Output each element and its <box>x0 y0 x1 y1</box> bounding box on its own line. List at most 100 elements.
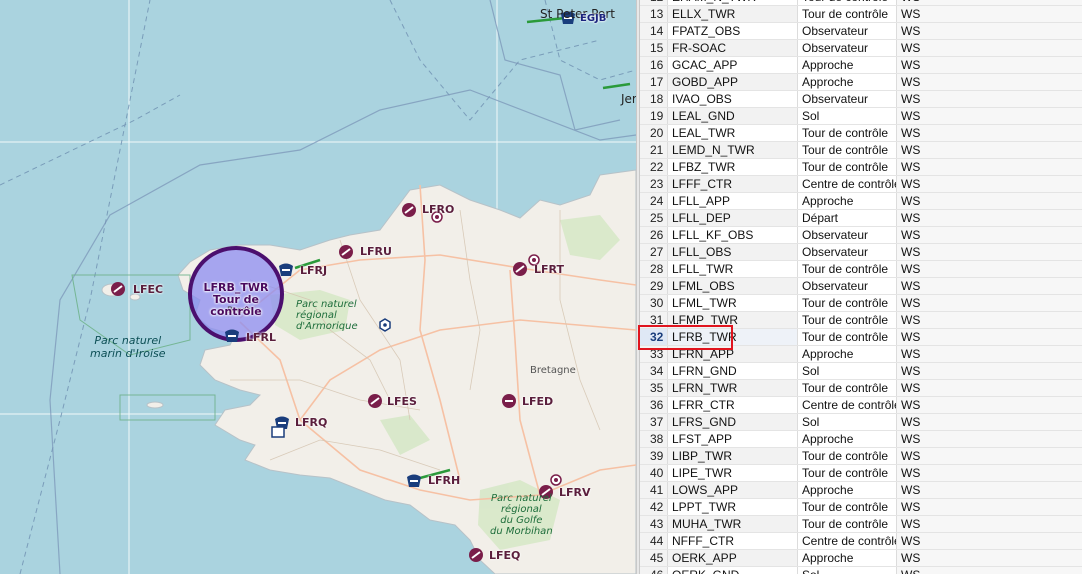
source-cell: WS <box>897 176 1082 192</box>
airport-label-lfru[interactable]: LFRU <box>360 246 392 258</box>
airport-label-lfro[interactable]: LFRO <box>422 204 454 216</box>
source-cell: WS <box>897 210 1082 226</box>
table-row[interactable]: 19 LEAL_GND Sol WS <box>640 108 1082 125</box>
table-row[interactable]: 26 LFLL_KF_OBS Observateur WS <box>640 227 1082 244</box>
source-cell: WS <box>897 397 1082 413</box>
table-row[interactable]: 23 LFFF_CTR Centre de contrôle WS <box>640 176 1082 193</box>
table-row[interactable]: 44 NFFF_CTR Centre de contrôle WS <box>640 533 1082 550</box>
callsign-cell: LFLL_KF_OBS <box>668 227 798 243</box>
source-cell: WS <box>897 414 1082 430</box>
table-row[interactable]: 37 LFRS_GND Sol WS <box>640 414 1082 431</box>
table-row[interactable]: 31 LFMP_TWR Tour de contrôle WS <box>640 312 1082 329</box>
row-number: 21 <box>640 142 668 158</box>
controller-label-type[interactable]: Tour de contrôle <box>186 294 286 318</box>
table-row[interactable]: 24 LFLL_APP Approche WS <box>640 193 1082 210</box>
table-row[interactable]: 39 LIBP_TWR Tour de contrôle WS <box>640 448 1082 465</box>
type-cell: Tour de contrôle <box>798 329 897 345</box>
table-row[interactable]: 17 GOBD_APP Approche WS <box>640 74 1082 91</box>
source-cell: WS <box>897 533 1082 549</box>
table-row[interactable]: 22 LFBZ_TWR Tour de contrôle WS <box>640 159 1082 176</box>
type-cell: Centre de contrôle <box>798 176 897 192</box>
table-row[interactable]: 29 LFML_OBS Observateur WS <box>640 278 1082 295</box>
table-row[interactable]: 40 LIPE_TWR Tour de contrôle WS <box>640 465 1082 482</box>
airport-label-lfes[interactable]: LFES <box>387 396 417 408</box>
type-cell: Sol <box>798 363 897 379</box>
table-row[interactable]: 28 LFLL_TWR Tour de contrôle WS <box>640 261 1082 278</box>
row-number: 13 <box>640 6 668 22</box>
callsign-cell: LPPT_TWR <box>668 499 798 515</box>
table-row[interactable]: 27 LFLL_OBS Observateur WS <box>640 244 1082 261</box>
callsign-cell: MUHA_TWR <box>668 516 798 532</box>
airport-label-lfrh[interactable]: LFRH <box>428 475 460 487</box>
table-row[interactable]: 38 LFST_APP Approche WS <box>640 431 1082 448</box>
airport-label-lfeq[interactable]: LFEQ <box>489 550 520 562</box>
airport-label-lfrt[interactable]: LFRT <box>534 264 564 276</box>
table-row[interactable]: 13 ELLX_TWR Tour de contrôle WS <box>640 6 1082 23</box>
source-cell: WS <box>897 329 1082 345</box>
row-number: 25 <box>640 210 668 226</box>
source-cell: WS <box>897 482 1082 498</box>
table-row[interactable]: 16 GCAC_APP Approche WS <box>640 57 1082 74</box>
table-row[interactable]: 43 MUHA_TWR Tour de contrôle WS <box>640 516 1082 533</box>
table-row[interactable]: 30 LFML_TWR Tour de contrôle WS <box>640 295 1082 312</box>
row-number: 39 <box>640 448 668 464</box>
controllers-table[interactable]: 12EHAM_N_TWRTour de contrôleWS13ELLX_TWR… <box>640 0 1082 574</box>
table-row[interactable]: 46OERK_GNDSolWS <box>640 567 1082 574</box>
callsign-cell: LFFF_CTR <box>668 176 798 192</box>
row-number: 37 <box>640 414 668 430</box>
source-cell: WS <box>897 346 1082 362</box>
airport-label-lfec[interactable]: LFEC <box>133 284 163 296</box>
source-cell: WS <box>897 516 1082 532</box>
type-cell: Tour de contrôle <box>798 380 897 396</box>
row-number: 33 <box>640 346 668 362</box>
source-cell: WS <box>897 431 1082 447</box>
airport-label-lfed[interactable]: LFED <box>522 396 553 408</box>
place-label-bretagne: Bretagne <box>530 365 576 376</box>
airport-label-lfrq[interactable]: LFRQ <box>295 417 327 429</box>
row-number: 24 <box>640 193 668 209</box>
callsign-cell: EHAM_N_TWR <box>668 0 798 5</box>
table-row[interactable]: 25 LFLL_DEP Départ WS <box>640 210 1082 227</box>
callsign-cell: NFFF_CTR <box>668 533 798 549</box>
table-row[interactable]: 15 FR-SOAC Observateur WS <box>640 40 1082 57</box>
callsign-cell: FPATZ_OBS <box>668 23 798 39</box>
table-row[interactable]: 42 LPPT_TWR Tour de contrôle WS <box>640 499 1082 516</box>
table-row[interactable]: 36 LFRR_CTR Centre de contrôle WS <box>640 397 1082 414</box>
table-row[interactable]: 14 FPATZ_OBS Observateur WS <box>640 23 1082 40</box>
type-cell: Tour de contrôle <box>798 159 897 175</box>
type-cell: Tour de contrôle <box>798 125 897 141</box>
type-cell: Observateur <box>798 91 897 107</box>
table-row[interactable]: 34 LFRN_GND Sol WS <box>640 363 1082 380</box>
table-row[interactable]: 18 IVAO_OBS Observateur WS <box>640 91 1082 108</box>
map-view[interactable]: St Peter Port Jer Brest Bretagne Parc na… <box>0 0 636 574</box>
aircraft-label-egjb[interactable]: EGJB <box>580 13 606 24</box>
callsign-cell: GCAC_APP <box>668 57 798 73</box>
table-row[interactable]: 21 LEMD_N_TWR Tour de contrôle WS <box>640 142 1082 159</box>
source-cell: WS <box>897 550 1082 566</box>
source-cell: WS <box>897 261 1082 277</box>
source-cell: WS <box>897 6 1082 22</box>
airport-label-lfrl[interactable]: LFRL <box>246 332 276 344</box>
callsign-cell: OERK_GND <box>668 567 798 574</box>
table-row[interactable]: 32 LFRB_TWR Tour de contrôle WS <box>640 329 1082 346</box>
row-number: 44 <box>640 533 668 549</box>
table-row[interactable]: 41 LOWS_APP Approche WS <box>640 482 1082 499</box>
type-cell: Approche <box>798 346 897 362</box>
source-cell: WS <box>897 312 1082 328</box>
table-row[interactable]: 45 OERK_APP Approche WS <box>640 550 1082 567</box>
table-row[interactable]: 20 LEAL_TWR Tour de contrôle WS <box>640 125 1082 142</box>
source-cell: WS <box>897 227 1082 243</box>
row-number: 17 <box>640 74 668 90</box>
callsign-cell: LFRR_CTR <box>668 397 798 413</box>
type-cell: Observateur <box>798 227 897 243</box>
table-row[interactable]: 33 LFRN_APP Approche WS <box>640 346 1082 363</box>
airport-label-lfrj[interactable]: LFRJ <box>300 265 327 277</box>
airport-label-lfrv[interactable]: LFRV <box>559 487 591 499</box>
callsign-cell: LFLL_TWR <box>668 261 798 277</box>
row-number: 35 <box>640 380 668 396</box>
table-row[interactable]: 35 LFRN_TWR Tour de contrôle WS <box>640 380 1082 397</box>
type-cell: Tour de contrôle <box>798 0 897 5</box>
source-cell: WS <box>897 363 1082 379</box>
callsign-cell: LEMD_N_TWR <box>668 142 798 158</box>
row-number: 30 <box>640 295 668 311</box>
